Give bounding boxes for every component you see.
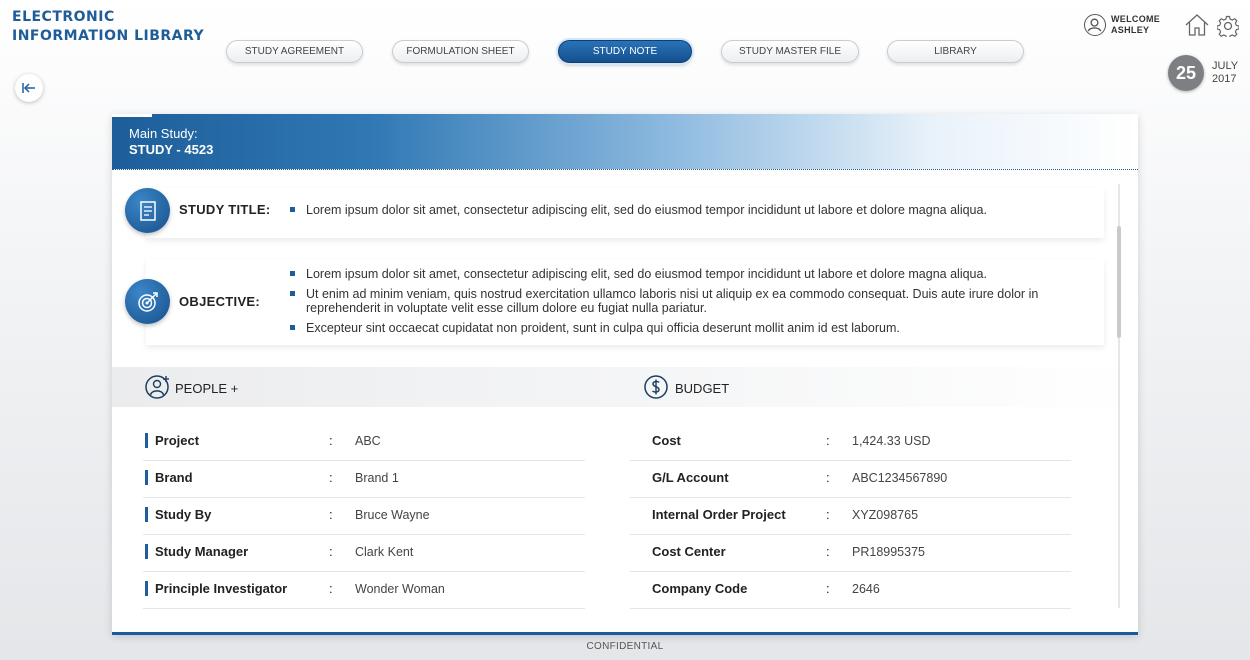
user-name: ASHLEY (1111, 25, 1150, 35)
user-icon (1084, 14, 1106, 36)
people-key: Principle Investigator (145, 581, 287, 596)
row-separator: : (329, 581, 333, 596)
back-arrow-icon (22, 83, 35, 93)
people-value: Brand 1 (355, 471, 399, 485)
people-key: Brand (145, 470, 193, 485)
people-key: Project (145, 433, 199, 448)
scrollbar-thumb[interactable] (1117, 226, 1121, 338)
budget-value: 2646 (852, 582, 880, 596)
people-key: Study By (145, 507, 211, 522)
study-title-label: STUDY TITLE: (179, 202, 271, 217)
gear-icon[interactable] (1216, 15, 1240, 42)
tab-formulation-sheet[interactable]: FORMULATION SHEET (392, 40, 529, 63)
people-value: ABC (355, 434, 381, 448)
target-icon (125, 279, 170, 324)
row-separator: : (826, 470, 830, 485)
budget-key: Company Code (652, 581, 748, 596)
people-value: Bruce Wayne (355, 508, 430, 522)
row-separator: : (329, 470, 333, 485)
date-display: 25 JULY 2017 (1168, 55, 1238, 91)
people-title: PEOPLE + (175, 381, 239, 396)
date-year: 2017 (1212, 73, 1237, 85)
user-menu[interactable]: WELCOME ASHLEY (1084, 14, 1160, 36)
tab-study-note[interactable]: STUDY NOTE (558, 40, 692, 63)
table-row: Cost : 1,424.33 USD (630, 424, 1071, 461)
table-row: Study By : Bruce Wayne (143, 498, 585, 535)
people-value: Clark Kent (355, 545, 414, 559)
study-note-card: Main Study: STUDY - 4523 Lorem ipsum dol… (112, 114, 1138, 635)
people-table: Project : ABC Brand : Brand 1 Study By :… (143, 424, 585, 609)
tab-study-master-file[interactable]: STUDY MASTER FILE (721, 40, 859, 63)
user-greeting: WELCOME ASHLEY (1111, 14, 1160, 36)
row-separator: : (826, 433, 830, 448)
dollar-icon (643, 374, 669, 405)
date-month: JULY (1212, 60, 1239, 72)
table-row: Internal Order Project : XYZ098765 (630, 498, 1071, 535)
row-separator: : (329, 433, 333, 448)
table-row: Brand : Brand 1 (143, 461, 585, 498)
tab-library[interactable]: LIBRARY (887, 40, 1024, 63)
row-separator: : (826, 581, 830, 596)
budget-key: G/L Account (652, 470, 729, 485)
app-title-line1: ELECTRONIC (12, 9, 115, 25)
table-row: Study Manager : Clark Kent (143, 535, 585, 572)
row-separator: : (329, 507, 333, 522)
row-separator: : (826, 507, 830, 522)
row-separator: : (826, 544, 830, 559)
table-row: Cost Center : PR18995375 (630, 535, 1071, 572)
study-title-list: Lorem ipsum dolor sit amet, consectetur … (290, 203, 987, 223)
table-row: Project : ABC (143, 424, 585, 461)
budget-value: ABC1234567890 (852, 471, 948, 485)
budget-title: BUDGET (675, 381, 730, 396)
objective-item: Lorem ipsum dolor sit amet, consectetur … (290, 267, 1090, 281)
budget-key: Cost Center (652, 544, 726, 559)
study-id: STUDY - 4523 (129, 142, 214, 157)
objective-label: OBJECTIVE: (179, 294, 261, 309)
study-title-section: Lorem ipsum dolor sit amet, consectetur … (146, 188, 1104, 238)
budget-value: 1,424.33 USD (852, 434, 931, 448)
budget-table: Cost : 1,424.33 USD G/L Account : ABC123… (630, 424, 1071, 609)
tab-study-agreement[interactable]: STUDY AGREEMENT (226, 40, 363, 63)
header-divider (112, 169, 1138, 170)
budget-key: Cost (652, 433, 681, 448)
budget-value: PR18995375 (852, 545, 925, 559)
details-header: PEOPLE + BUDGET (112, 367, 1138, 407)
back-button[interactable] (15, 74, 43, 102)
row-separator: : (329, 544, 333, 559)
people-value: Wonder Woman (355, 582, 445, 596)
table-row: Company Code : 2646 (630, 572, 1071, 609)
objective-section: Lorem ipsum dolor sit amet, consectetur … (146, 259, 1104, 345)
home-icon[interactable] (1185, 14, 1209, 41)
table-row: Principle Investigator : Wonder Woman (143, 572, 585, 609)
budget-key: Internal Order Project (652, 507, 786, 522)
study-subtitle: Main Study: (129, 126, 198, 141)
welcome-text: WELCOME (1111, 14, 1161, 24)
study-title-item: Lorem ipsum dolor sit amet, consectetur … (290, 203, 987, 217)
tab-bar: STUDY AGREEMENT FORMULATION SHEET STUDY … (0, 40, 1250, 64)
objective-item: Ut enim ad minim veniam, quis nostrud ex… (290, 287, 1090, 315)
confidential-footer: CONFIDENTIAL (586, 641, 664, 652)
date-month-year: JULY 2017 (1212, 60, 1238, 86)
budget-value: XYZ098765 (852, 508, 919, 522)
objective-item: Excepteur sint occaecat cupidatat non pr… (290, 321, 1090, 335)
objective-list: Lorem ipsum dolor sit amet, consectetur … (290, 267, 1090, 341)
people-key: Study Manager (145, 544, 248, 559)
table-row: G/L Account : ABC1234567890 (630, 461, 1071, 498)
study-header: Main Study: STUDY - 4523 (112, 114, 1138, 169)
date-day: 25 (1168, 55, 1204, 91)
document-icon (125, 188, 170, 233)
person-add-icon (145, 374, 171, 405)
